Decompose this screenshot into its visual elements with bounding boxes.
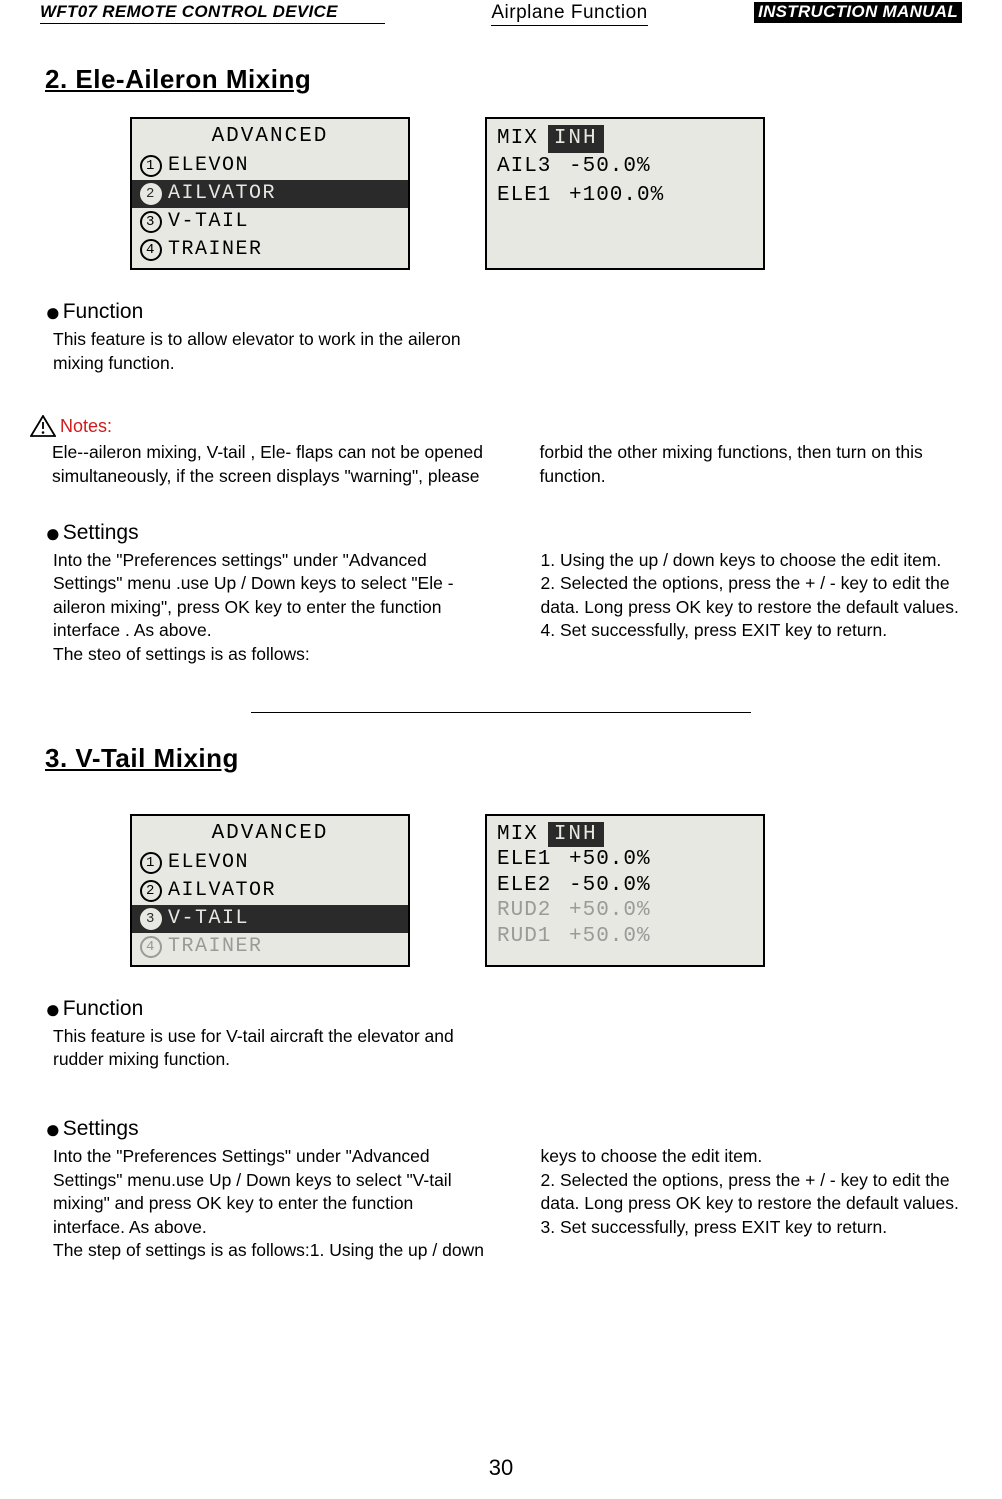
settings-block-2: ●Settings Into the "Preferences Settings…: [45, 1117, 1002, 1263]
lcd-menu-item: 1 ELEVON: [132, 152, 408, 180]
value-label: ELE1: [497, 182, 569, 210]
lcd-menu-title: ADVANCED: [132, 123, 408, 150]
lcd-menu-item-selected: 2 AILVATOR: [132, 180, 408, 208]
circled-number-icon: 1: [140, 155, 162, 177]
lcd-menu-label: AILVATOR: [168, 181, 276, 207]
lcd-values-screen-1: MIX INH AIL3-50.0% ELE1+100.0%: [485, 117, 765, 270]
function-body: This feature is use for V-tail aircraft …: [53, 1025, 973, 1072]
circled-number-icon: 2: [140, 183, 162, 205]
function-heading: ●Function: [45, 997, 1002, 1021]
section-title-vtail: 3. V-Tail Mixing: [45, 743, 1002, 774]
value-label: ELE1: [497, 847, 569, 873]
lcd-menu-label: ELEVON: [168, 153, 249, 179]
function-heading: ●Function: [45, 300, 1002, 324]
lcd-menu-item: 4 TRAINER: [132, 236, 408, 264]
mix-label: MIX: [497, 822, 538, 848]
lcd-menu-label: V-TAIL: [168, 209, 249, 235]
notes-body: Ele--aileron mixing, V-tail , Ele- flaps…: [52, 441, 972, 488]
function-body: This feature is to allow elevator to wor…: [53, 328, 973, 375]
settings-block-1: ●Settings Into the "Preferences settings…: [45, 521, 1002, 667]
page-number: 30: [489, 1455, 513, 1481]
value-label: ELE2: [497, 873, 569, 899]
page-topic: Airplane Function: [491, 2, 647, 26]
settings-heading: ●Settings: [45, 1117, 1002, 1141]
inh-badge: INH: [548, 125, 604, 153]
inh-badge: INH: [548, 822, 604, 848]
lcd-screens-row-1: ADVANCED 1 ELEVON 2 AILVATOR 3 V-TAIL 4 TRAI…: [130, 117, 1002, 270]
notes-block: Notes: Ele--aileron mixing, V-tail , Ele…: [30, 415, 1002, 488]
lcd-menu-item-selected: 3 V-TAIL: [132, 905, 408, 933]
lcd-values-screen-2: MIXINH ELE1+50.0% ELE2-50.0% RUD2+50.0% …: [485, 814, 765, 967]
settings-heading: ●Settings: [45, 521, 1002, 545]
lcd-menu-label: TRAINER: [168, 237, 263, 263]
value-label: RUD2: [497, 898, 569, 924]
heading-text: Settings: [63, 1117, 139, 1141]
section-title-ele-aileron: 2. Ele-Aileron Mixing: [45, 64, 1002, 95]
lcd-menu-item: 1 ELEVON: [132, 849, 408, 877]
value-number: +50.0%: [569, 924, 651, 950]
function-block-2: ●Function This feature is use for V-tail…: [45, 997, 1002, 1072]
lcd-screens-row-2: ADVANCED 1 ELEVON 2 AILVATOR 3 V-TAIL 4 TRAI…: [130, 814, 1002, 967]
lcd-value-row: RUD1+50.0%: [497, 924, 753, 950]
warning-icon: [30, 415, 56, 437]
value-number: +100.0%: [569, 182, 664, 210]
notes-label: Notes:: [60, 416, 112, 437]
lcd-menu-screen-2: ADVANCED 1 ELEVON 2 AILVATOR 3 V-TAIL 4 TRAI…: [130, 814, 410, 967]
function-block-1: ●Function This feature is to allow eleva…: [45, 300, 1002, 375]
value-label: AIL3: [497, 153, 569, 181]
notes-heading: Notes:: [30, 415, 1002, 437]
lcd-menu-label: ELEVON: [168, 850, 249, 876]
lcd-value-row: AIL3-50.0%: [497, 153, 753, 181]
circled-number-icon: 2: [140, 880, 162, 902]
manual-label: INSTRUCTION MANUAL: [754, 2, 962, 23]
heading-text: Function: [63, 997, 144, 1021]
value-number: +50.0%: [569, 847, 651, 873]
section-divider: [251, 712, 751, 713]
lcd-menu-screen-1: ADVANCED 1 ELEVON 2 AILVATOR 3 V-TAIL 4 TRAI…: [130, 117, 410, 270]
heading-text: Function: [63, 300, 144, 324]
circled-number-icon: 1: [140, 852, 162, 874]
lcd-mix-row: MIX INH: [497, 822, 753, 848]
mix-label: MIX: [497, 125, 538, 153]
lcd-menu-label: TRAINER: [168, 934, 263, 960]
page-header: WFT07 REMOTE CONTROL DEVICE Airplane Fun…: [0, 0, 1002, 26]
heading-text: Settings: [63, 521, 139, 545]
settings-body: Into the "Preferences Settings" under "A…: [53, 1145, 973, 1263]
product-name: WFT07 REMOTE CONTROL DEVICE: [40, 2, 385, 24]
lcd-value-row: ELE2-50.0%: [497, 873, 753, 899]
settings-body: Into the "Preferences settings" under "A…: [53, 549, 973, 667]
circled-number-icon: 4: [140, 936, 162, 958]
lcd-mix-row: MIX INH: [497, 125, 753, 153]
circled-number-icon: 3: [140, 211, 162, 233]
circled-number-icon: 3: [140, 908, 162, 930]
lcd-menu-item: 4 TRAINER: [132, 933, 408, 961]
value-label: RUD1: [497, 924, 569, 950]
lcd-menu-title: ADVANCED: [132, 820, 408, 847]
lcd-menu-item: 3 V-TAIL: [132, 208, 408, 236]
lcd-menu-label: V-TAIL: [168, 906, 249, 932]
lcd-value-row: ELE1+50.0%: [497, 847, 753, 873]
lcd-value-row: ELE1+100.0%: [497, 182, 753, 210]
value-number: +50.0%: [569, 898, 651, 924]
value-number: -50.0%: [569, 153, 651, 181]
circled-number-icon: 4: [140, 239, 162, 261]
lcd-menu-item: 2 AILVATOR: [132, 877, 408, 905]
lcd-value-row: RUD2+50.0%: [497, 898, 753, 924]
lcd-menu-label: AILVATOR: [168, 878, 276, 904]
value-number: -50.0%: [569, 873, 651, 899]
